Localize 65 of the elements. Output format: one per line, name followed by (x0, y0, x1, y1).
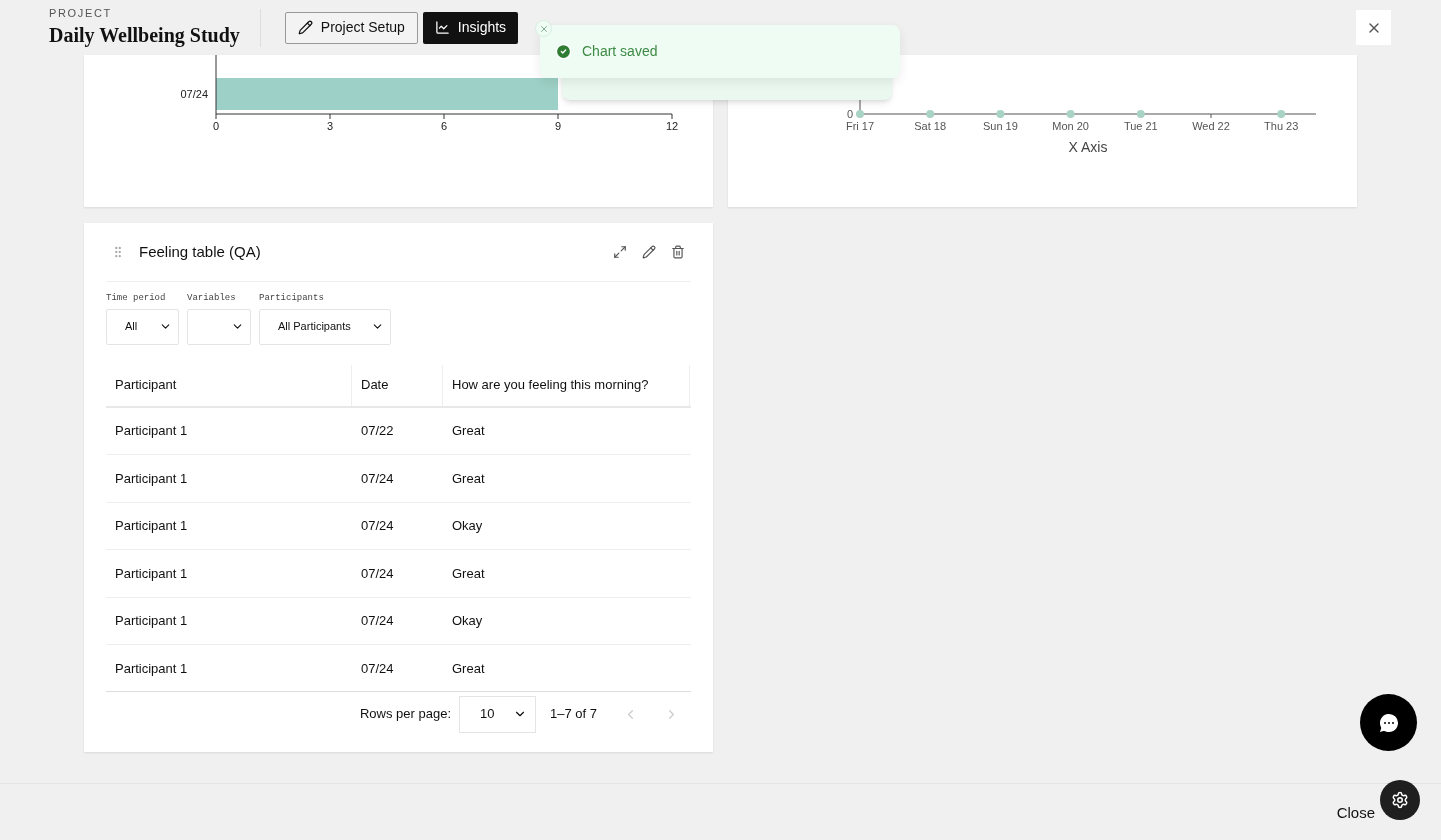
axis-label: 0 (846, 108, 853, 120)
axis-label: 12 (665, 120, 679, 132)
table-cell-text: Participant 1 (114, 517, 189, 535)
filter-select[interactable] (187, 308, 251, 345)
filter-label: Participants (259, 292, 325, 305)
chat-button[interactable] (1360, 694, 1417, 751)
table-cell-text: Participant 1 (114, 659, 189, 678)
axis-title: X Axis (1068, 139, 1108, 155)
column-header: Date (352, 364, 443, 406)
rows-per-page-label: Rows per page: (359, 705, 451, 724)
rows-per-page-select[interactable]: 10 (459, 695, 536, 733)
table-cell-text: Great (451, 469, 486, 488)
trash-icon[interactable] (671, 245, 685, 259)
filter-select[interactable]: All Participants (259, 308, 391, 345)
settings-button[interactable] (1380, 780, 1420, 820)
toast-message: Chart saved (582, 42, 658, 61)
filter-label: Time period (106, 292, 167, 305)
axis-label: 3 (326, 120, 334, 132)
axis-label: Sat 18 (914, 120, 947, 132)
axis-label: Mon 20 (1052, 120, 1089, 132)
expand-icon[interactable] (613, 245, 627, 259)
table-cell-text: 07/24 (360, 469, 395, 488)
table-cell-text: Participant 1 (114, 612, 189, 630)
table-cell-text: Participant 1 (114, 469, 189, 488)
toast-close-button[interactable] (535, 20, 552, 37)
axis-label: 07/24 (180, 88, 208, 100)
table-cell-text: Great (451, 659, 486, 678)
axis-label: Sun 19 (982, 120, 1018, 132)
y-axis (215, 55, 217, 115)
nav-tab[interactable]: Insights (422, 11, 519, 44)
close-icon (538, 23, 549, 34)
nav-tab[interactable]: Project Setup (284, 11, 418, 44)
table-cell-text: 07/24 (360, 612, 395, 630)
check-circle-icon (555, 43, 572, 60)
project-title: Daily Wellbeing Study (49, 22, 240, 48)
axis-label: 0 (212, 120, 220, 132)
eyebrow-label: PROJECT (49, 7, 113, 19)
axis-label: Tue 21 (1123, 120, 1158, 132)
card-title: Feeling table (QA) (139, 241, 261, 262)
table-cell-text: Okay (451, 612, 484, 630)
filter-select[interactable]: All (106, 308, 179, 345)
close-link[interactable]: Close (1336, 801, 1375, 825)
axis-label: 6 (440, 120, 448, 132)
table-cell-text: Okay (451, 517, 484, 535)
table-cell-text: Participant 1 (114, 422, 189, 440)
pencil-icon[interactable] (642, 245, 656, 259)
pencil-icon (297, 20, 313, 35)
chart-icon (434, 20, 450, 35)
axis-label: 9 (554, 120, 562, 132)
table-cell-text: 07/24 (360, 659, 395, 678)
page-range: 1–7 of 7 (550, 705, 597, 724)
column-header: How are you feeling this morning? (443, 364, 690, 406)
table-cell-text: 07/24 (360, 517, 395, 535)
filter-label: Variables (187, 292, 237, 305)
axis-label: Thu 23 (1264, 120, 1299, 132)
table-cell-text: 07/24 (360, 564, 395, 583)
table-cell-text: Great (451, 422, 486, 440)
axis-label: Fri 17 (845, 120, 875, 132)
table-cell-text: Participant 1 (114, 564, 189, 583)
axis-label: Wed 22 (1192, 120, 1230, 132)
settings-icon (1391, 791, 1409, 809)
column-header: Participant (106, 364, 352, 406)
table-cell-text: Great (451, 564, 486, 583)
close-button[interactable] (1356, 10, 1391, 45)
table-cell-text: 07/22 (360, 422, 395, 440)
